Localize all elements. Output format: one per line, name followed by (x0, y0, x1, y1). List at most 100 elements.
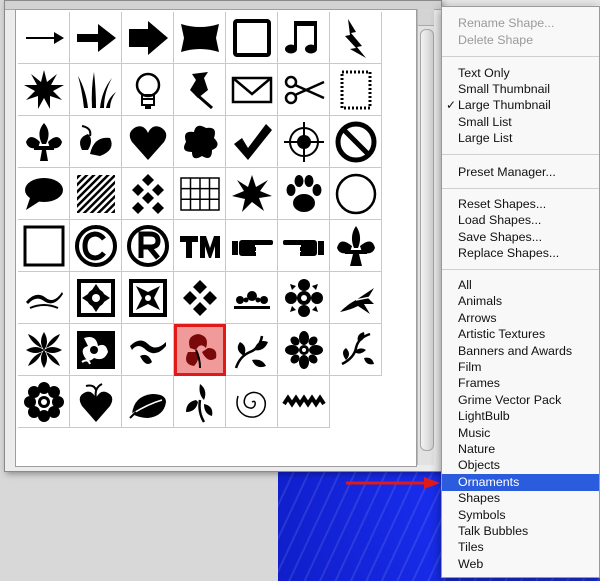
shape-cell[interactable] (278, 376, 330, 428)
shape-cell[interactable] (174, 324, 226, 376)
shape-cell[interactable] (226, 220, 278, 272)
menu-set-talk-bubbles[interactable]: Talk Bubbles (442, 523, 599, 540)
menu-set-tiles[interactable]: Tiles (442, 539, 599, 556)
shape-cell[interactable] (122, 116, 174, 168)
shape-cell[interactable] (18, 12, 70, 64)
shape-cell[interactable] (122, 376, 174, 428)
menu-preset-manager[interactable]: Preset Manager... (442, 164, 599, 181)
shape-cell[interactable] (70, 324, 122, 376)
menu-save-shapes[interactable]: Save Shapes... (442, 229, 599, 246)
arrow-thin-icon (26, 32, 64, 44)
shape-cell[interactable] (174, 168, 226, 220)
shape-cell[interactable] (18, 168, 70, 220)
shape-cell[interactable] (122, 220, 174, 272)
shape-cell[interactable] (122, 272, 174, 324)
shape-cell[interactable] (278, 64, 330, 116)
shape-cell[interactable] (330, 168, 382, 220)
ornament-tile-4-icon (77, 331, 115, 369)
shape-cell[interactable] (70, 64, 122, 116)
shape-cell[interactable] (122, 168, 174, 220)
shape-cell[interactable] (330, 64, 382, 116)
menu-set-music[interactable]: Music (442, 425, 599, 442)
shape-cell[interactable] (70, 168, 122, 220)
shape-cell[interactable] (226, 272, 278, 324)
menu-delete-shape: Delete Shape (458, 33, 534, 47)
ornament-tile-3-icon (26, 332, 62, 368)
shape-cell[interactable] (278, 116, 330, 168)
menu-set-all[interactable]: All (442, 277, 599, 294)
lightbulb-icon (135, 72, 161, 109)
ornament-sprig-icon (186, 384, 213, 423)
menu-set-ornaments[interactable]: Ornaments (442, 473, 599, 491)
menu-text-only[interactable]: Text Only (442, 65, 599, 82)
shape-cell[interactable] (18, 324, 70, 376)
shape-cell[interactable] (330, 12, 382, 64)
shape-cell[interactable] (278, 12, 330, 64)
shape-cell[interactable] (174, 220, 226, 272)
shape-cell[interactable] (174, 116, 226, 168)
menu-set-film[interactable]: Film (442, 359, 599, 376)
shape-cell[interactable] (278, 272, 330, 324)
shape-cell[interactable] (70, 12, 122, 64)
menu-small-thumbnail[interactable]: Small Thumbnail (442, 81, 599, 98)
shape-cell[interactable] (226, 376, 278, 428)
shape-cell[interactable] (18, 376, 70, 428)
scroll-thumb[interactable] (420, 29, 434, 451)
menu-set-nature[interactable]: Nature (442, 441, 599, 458)
menu-small-list[interactable]: Small List (442, 114, 599, 131)
shape-cell[interactable] (226, 116, 278, 168)
menu-set-lightbulb[interactable]: LightBulb (442, 408, 599, 425)
shape-cell[interactable] (122, 12, 174, 64)
checkmark-icon: ✓ (446, 98, 457, 112)
shape-cell[interactable] (330, 220, 382, 272)
menu-reset-shapes[interactable]: Reset Shapes... (442, 196, 599, 213)
paw-print-icon (286, 175, 322, 212)
shape-cell[interactable] (70, 376, 122, 428)
scroll-up-button[interactable] (418, 9, 434, 26)
shape-cell[interactable] (278, 324, 330, 376)
menu-load-shapes[interactable]: Load Shapes... (442, 212, 599, 229)
shape-cell[interactable] (18, 64, 70, 116)
shape-cell[interactable] (122, 324, 174, 376)
ornament-curl-icon (130, 340, 166, 364)
shape-cell[interactable] (174, 376, 226, 428)
shape-cell[interactable] (174, 12, 226, 64)
shape-cell[interactable] (18, 116, 70, 168)
shape-cell[interactable] (70, 220, 122, 272)
menu-set-web[interactable]: Web (442, 556, 599, 573)
shape-cell[interactable] (18, 220, 70, 272)
menu-set-objects[interactable]: Objects (442, 457, 599, 474)
shape-cell[interactable] (330, 116, 382, 168)
shape-cell[interactable] (278, 220, 330, 272)
menu-separator (442, 188, 599, 189)
menu-set-grime-vector-pack[interactable]: Grime Vector Pack (442, 392, 599, 409)
shape-cell[interactable] (70, 116, 122, 168)
shape-cell[interactable] (226, 324, 278, 376)
shape-cell[interactable] (174, 272, 226, 324)
shape-cell[interactable] (330, 324, 382, 376)
menu-replace-shapes[interactable]: Replace Shapes... (442, 245, 599, 262)
menu-set-animals[interactable]: Animals (442, 293, 599, 310)
shape-cell[interactable] (278, 168, 330, 220)
menu-large-thumbnail[interactable]: ✓ Large Thumbnail (442, 97, 599, 114)
shape-cell[interactable] (226, 64, 278, 116)
shape-grid-scrollbar[interactable] (417, 9, 434, 465)
shape-cell[interactable] (330, 272, 382, 324)
shape-cell[interactable] (226, 168, 278, 220)
shape-cell[interactable] (70, 272, 122, 324)
menu-set-symbols[interactable]: Symbols (442, 507, 599, 524)
shape-cell[interactable] (18, 272, 70, 324)
registered-icon (127, 225, 169, 267)
shape-cell[interactable] (226, 12, 278, 64)
menu-set-frames[interactable]: Frames (442, 375, 599, 392)
square-frame-icon (23, 225, 65, 267)
menu-large-list[interactable]: Large List (442, 130, 599, 147)
ornament-tile-2-icon (129, 279, 167, 317)
menu-set-artistic-textures[interactable]: Artistic Textures (442, 326, 599, 343)
menu-set-arrows[interactable]: Arrows (442, 310, 599, 327)
menu-set-shapes[interactable]: Shapes (442, 490, 599, 507)
shape-cell[interactable] (122, 64, 174, 116)
menu-set-banners-and-awards[interactable]: Banners and Awards (442, 343, 599, 360)
shape-cell[interactable] (174, 64, 226, 116)
heart-leaf-icon (79, 383, 113, 422)
